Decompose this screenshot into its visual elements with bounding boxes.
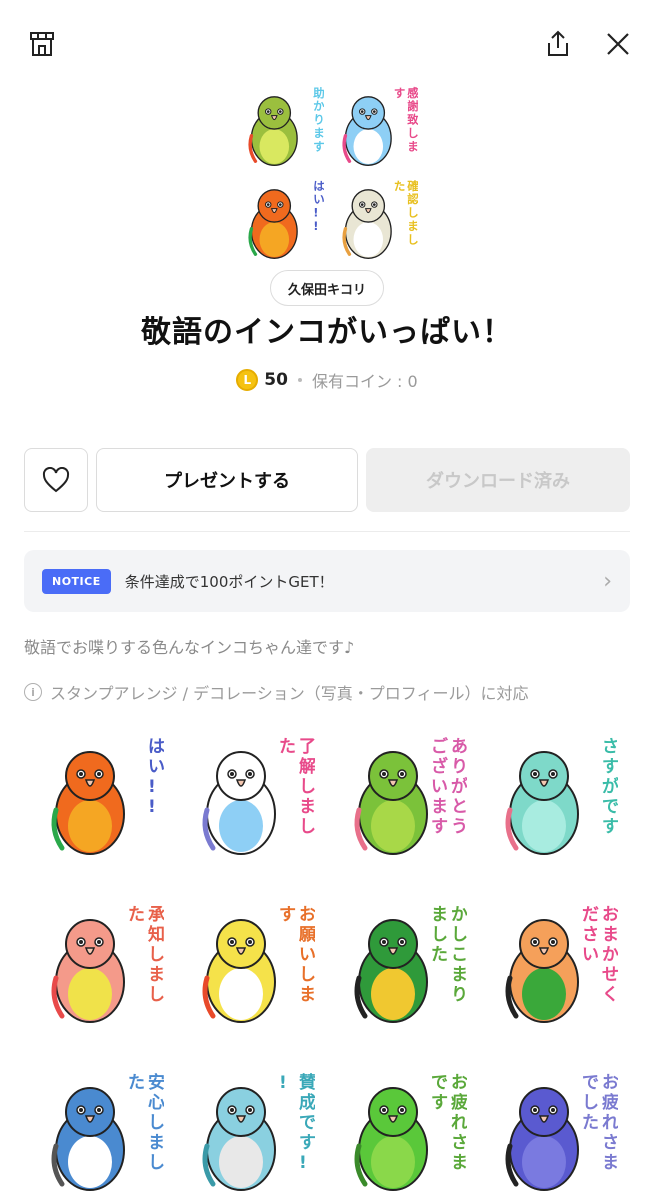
sticker-caption: はい!! xyxy=(148,737,164,817)
sticker-caption: 賛成です!! xyxy=(279,1072,315,1173)
sticker-image: はい!! xyxy=(248,179,325,259)
feature-text: スタンプアレンジ / デコレーション（写真・プロフィール）に対応 xyxy=(50,684,529,703)
sticker-item[interactable]: おまかせください xyxy=(479,898,631,1026)
sticker-image: さすがです xyxy=(505,737,618,855)
sticker-caption: 承知しました xyxy=(128,905,164,1005)
sticker-item[interactable]: 賛成です!! xyxy=(176,1066,328,1194)
action-buttons: プレゼントする ダウンロード済み xyxy=(24,448,630,512)
close-icon[interactable] xyxy=(598,24,638,64)
divider xyxy=(24,531,630,532)
sticker-caption: おまかせください xyxy=(582,905,618,1005)
sticker-image: おまかせください xyxy=(505,905,618,1023)
price-row: L 50 保有コイン : 0 xyxy=(0,366,654,394)
info-icon: i xyxy=(24,683,42,701)
notice-text: 条件達成で100ポイントGET！ xyxy=(124,572,334,591)
sticker-image: お願いします xyxy=(202,905,315,1023)
heart-icon xyxy=(42,467,70,493)
notice-banner[interactable]: NOTICE 条件達成で100ポイントGET！ › xyxy=(24,550,630,612)
separator-dot xyxy=(297,378,302,382)
sticker-item[interactable]: 承知しました xyxy=(24,898,176,1026)
hero-sticker: 助かります xyxy=(238,82,325,167)
sticker-image: 安心しました xyxy=(51,1072,164,1191)
shop-icon[interactable] xyxy=(22,24,62,64)
price: 50 xyxy=(264,370,288,390)
product-title: 敬語のインコがいっぱい！ xyxy=(141,315,513,350)
sticker-caption: はい!! xyxy=(313,179,324,233)
sticker-item[interactable]: お願いします xyxy=(176,898,328,1026)
sticker-image: 確認しました xyxy=(342,179,419,259)
sticker-image: はい!! xyxy=(51,737,164,855)
hero-sticker: 確認しました xyxy=(332,175,419,260)
top-bar xyxy=(0,0,654,90)
sticker-image: ありがとうございます xyxy=(354,736,467,855)
sticker-grid: はい!! 了解しました ありがとうございます さすがです承知しました お願いします かしこ… xyxy=(24,730,630,1194)
sticker-caption: さすがです xyxy=(602,737,618,837)
sticker-item[interactable]: お疲れさまです xyxy=(327,1066,479,1194)
sticker-item[interactable]: はい!! xyxy=(24,730,176,858)
chevron-right-icon: › xyxy=(603,568,612,594)
sticker-item[interactable]: 安心しました xyxy=(24,1066,176,1194)
sticker-image: 感謝致します xyxy=(342,86,419,166)
hero-sticker: 感謝致します xyxy=(332,82,419,167)
sticker-item[interactable]: 了解しました xyxy=(176,730,328,858)
hero-sticker: はい!! xyxy=(238,175,325,260)
sticker-image: かしこまりました xyxy=(354,905,467,1023)
sticker-caption: お疲れさまでした xyxy=(582,1073,618,1173)
sticker-caption: 感謝致します xyxy=(394,86,418,154)
sticker-image: 助かります xyxy=(248,86,325,166)
download-button[interactable]: ダウンロード済み xyxy=(366,448,630,512)
sticker-caption: お疲れさまです xyxy=(431,1073,467,1173)
sticker-caption: 確認しました xyxy=(394,179,418,247)
hero-sticker-preview: 助かります 感謝致しますはい!! 確認しました xyxy=(238,82,419,260)
sticker-image: お疲れさまでした xyxy=(505,1073,618,1191)
sticker-caption: ありがとうございます xyxy=(431,736,467,837)
description: 敬語でお喋りする色んなインコちゃん達です♪ xyxy=(24,638,355,657)
sticker-caption: 助かります xyxy=(313,86,324,154)
sticker-image: 賛成です!! xyxy=(202,1072,315,1191)
sticker-image: 承知しました xyxy=(51,905,164,1023)
sticker-item[interactable]: かしこまりました xyxy=(327,898,479,1026)
feature-note: i スタンプアレンジ / デコレーション（写真・プロフィール）に対応 xyxy=(24,680,528,704)
sticker-caption: お願いします xyxy=(279,905,315,1005)
sticker-caption: 安心しました xyxy=(128,1072,164,1173)
like-button[interactable] xyxy=(24,448,88,512)
sticker-image: 了解しました xyxy=(202,737,315,855)
sticker-caption: かしこまりました xyxy=(431,905,467,1005)
sticker-caption: 了解しました xyxy=(279,737,315,837)
owned-coins: 保有コイン : 0 xyxy=(311,372,418,391)
share-icon[interactable] xyxy=(538,24,578,64)
author-chip[interactable]: 久保田キコリ xyxy=(270,270,384,306)
sticker-item[interactable]: さすがです xyxy=(479,730,631,858)
line-coin-icon: L xyxy=(236,369,259,391)
sticker-image: お疲れさまです xyxy=(354,1073,467,1191)
present-button[interactable]: プレゼントする xyxy=(96,448,358,512)
notice-badge: NOTICE xyxy=(42,568,111,594)
sticker-item[interactable]: お疲れさまでした xyxy=(479,1066,631,1194)
sticker-item[interactable]: ありがとうございます xyxy=(327,730,479,858)
